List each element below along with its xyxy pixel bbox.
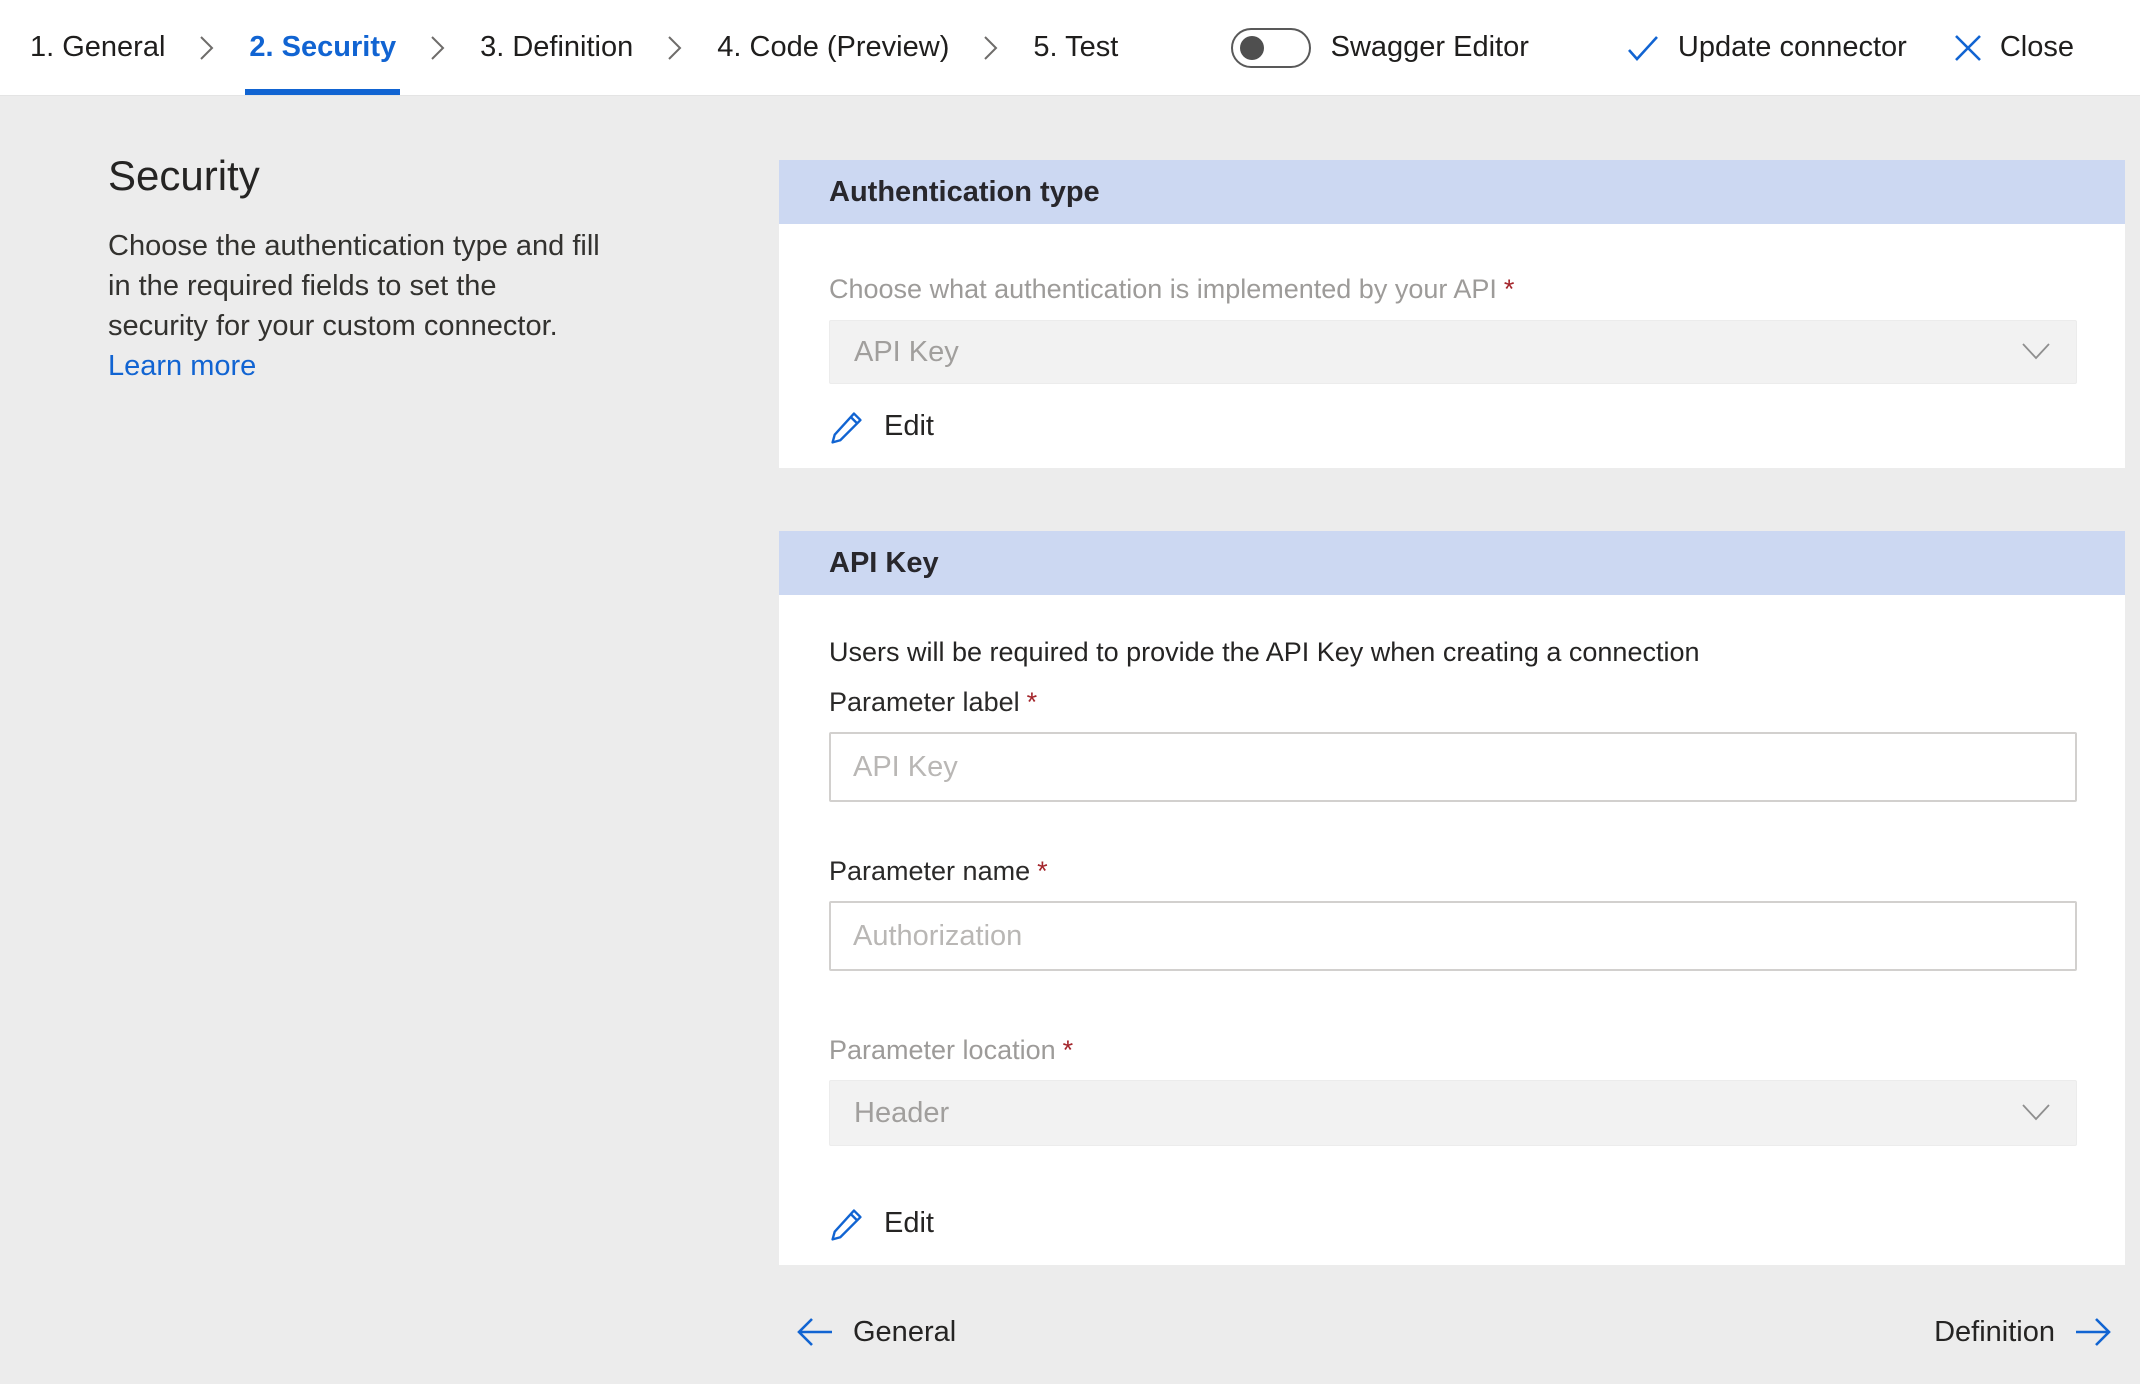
arrow-left-icon: [795, 1316, 835, 1348]
parameter-label-field-label: Parameter label*: [829, 687, 2077, 718]
breadcrumb-separator-icon: [430, 0, 446, 95]
edit-pencil-icon: [829, 407, 867, 445]
breadcrumb-separator-icon: [199, 0, 215, 95]
edit-label: Edit: [884, 410, 934, 443]
chevron-down-icon: [2020, 342, 2052, 362]
footer-step-nav: General Definition: [779, 1304, 2125, 1360]
api-key-card-body: Users will be required to provide the AP…: [779, 637, 2125, 1247]
swagger-editor-toggle[interactable]: [1231, 28, 1311, 68]
learn-more-link[interactable]: Learn more: [108, 346, 256, 386]
tab-security-label: 2. Security: [249, 31, 396, 64]
parameter-location-dropdown: Header: [829, 1080, 2077, 1146]
tab-general-label: 1. General: [30, 31, 165, 64]
authentication-type-card: Authentication type Choose what authenti…: [779, 160, 2125, 468]
close-button[interactable]: Close: [1953, 31, 2074, 64]
next-to-definition-button[interactable]: Definition: [1934, 1316, 2113, 1349]
wizard-steps: 1. General 2. Security 3. Definition 4. …: [0, 0, 1128, 95]
tab-general[interactable]: 1. General: [24, 0, 171, 95]
tab-security[interactable]: 2. Security: [243, 0, 402, 95]
tab-definition-label: 3. Definition: [480, 31, 633, 64]
topbar-actions: Swagger Editor Update connector Close: [1231, 0, 2074, 95]
checkmark-icon: [1625, 32, 1661, 64]
breadcrumb-separator-icon: [983, 0, 999, 95]
tab-definition[interactable]: 3. Definition: [474, 0, 639, 95]
parameter-name-field-label: Parameter name*: [829, 856, 2077, 887]
required-marker: *: [1037, 856, 1048, 886]
api-key-card: API Key Users will be required to provid…: [779, 531, 2125, 1265]
authentication-type-card-body: Choose what authentication is implemente…: [779, 274, 2125, 450]
page-content: Security Choose the authentication type …: [0, 96, 2140, 1384]
authentication-type-card-header: Authentication type: [779, 160, 2125, 224]
custom-connector-security-page: 1. General 2. Security 3. Definition 4. …: [0, 0, 2140, 1384]
tab-test[interactable]: 5. Test: [1027, 0, 1124, 95]
breadcrumb-separator-icon: [667, 0, 683, 95]
swagger-editor-label: Swagger Editor: [1331, 31, 1529, 64]
back-to-general-button[interactable]: General: [795, 1316, 956, 1349]
required-marker: *: [1027, 687, 1038, 717]
edit-pencil-icon: [829, 1204, 867, 1242]
auth-type-dropdown-value: API Key: [854, 336, 959, 369]
edit-label: Edit: [884, 1207, 934, 1240]
required-marker: *: [1063, 1035, 1074, 1065]
edit-auth-type-button[interactable]: Edit: [829, 407, 934, 445]
parameter-location-field-label: Parameter location*: [829, 1035, 2077, 1066]
arrow-right-icon: [2073, 1316, 2113, 1348]
chevron-down-icon: [2020, 1103, 2052, 1123]
parameter-location-dropdown-value: Header: [854, 1097, 949, 1130]
parameter-name-input[interactable]: [829, 901, 2077, 971]
auth-type-dropdown: API Key: [829, 320, 2077, 384]
page-title: Security: [108, 152, 604, 200]
swagger-editor-toggle-group: Swagger Editor: [1231, 28, 1529, 68]
required-marker: *: [1504, 274, 1515, 304]
update-connector-label: Update connector: [1678, 31, 1907, 64]
page-description: Choose the authentication type and fill …: [108, 226, 604, 346]
wizard-step-bar: 1. General 2. Security 3. Definition 4. …: [0, 0, 2140, 96]
tab-code-preview-label: 4. Code (Preview): [717, 31, 949, 64]
close-icon: [1953, 33, 1983, 63]
tab-code-preview[interactable]: 4. Code (Preview): [711, 0, 955, 95]
api-key-card-description: Users will be required to provide the AP…: [829, 637, 2077, 668]
edit-api-key-button[interactable]: Edit: [829, 1204, 934, 1242]
toggle-knob: [1240, 36, 1264, 60]
next-to-definition-label: Definition: [1934, 1316, 2055, 1349]
api-key-card-header: API Key: [779, 531, 2125, 595]
back-to-general-label: General: [853, 1316, 956, 1349]
auth-type-field-label: Choose what authentication is implemente…: [829, 274, 2077, 305]
update-connector-button[interactable]: Update connector: [1625, 31, 1907, 64]
parameter-label-input[interactable]: [829, 732, 2077, 802]
security-intro-panel: Security Choose the authentication type …: [108, 152, 604, 386]
tab-test-label: 5. Test: [1033, 31, 1118, 64]
close-label: Close: [2000, 31, 2074, 64]
